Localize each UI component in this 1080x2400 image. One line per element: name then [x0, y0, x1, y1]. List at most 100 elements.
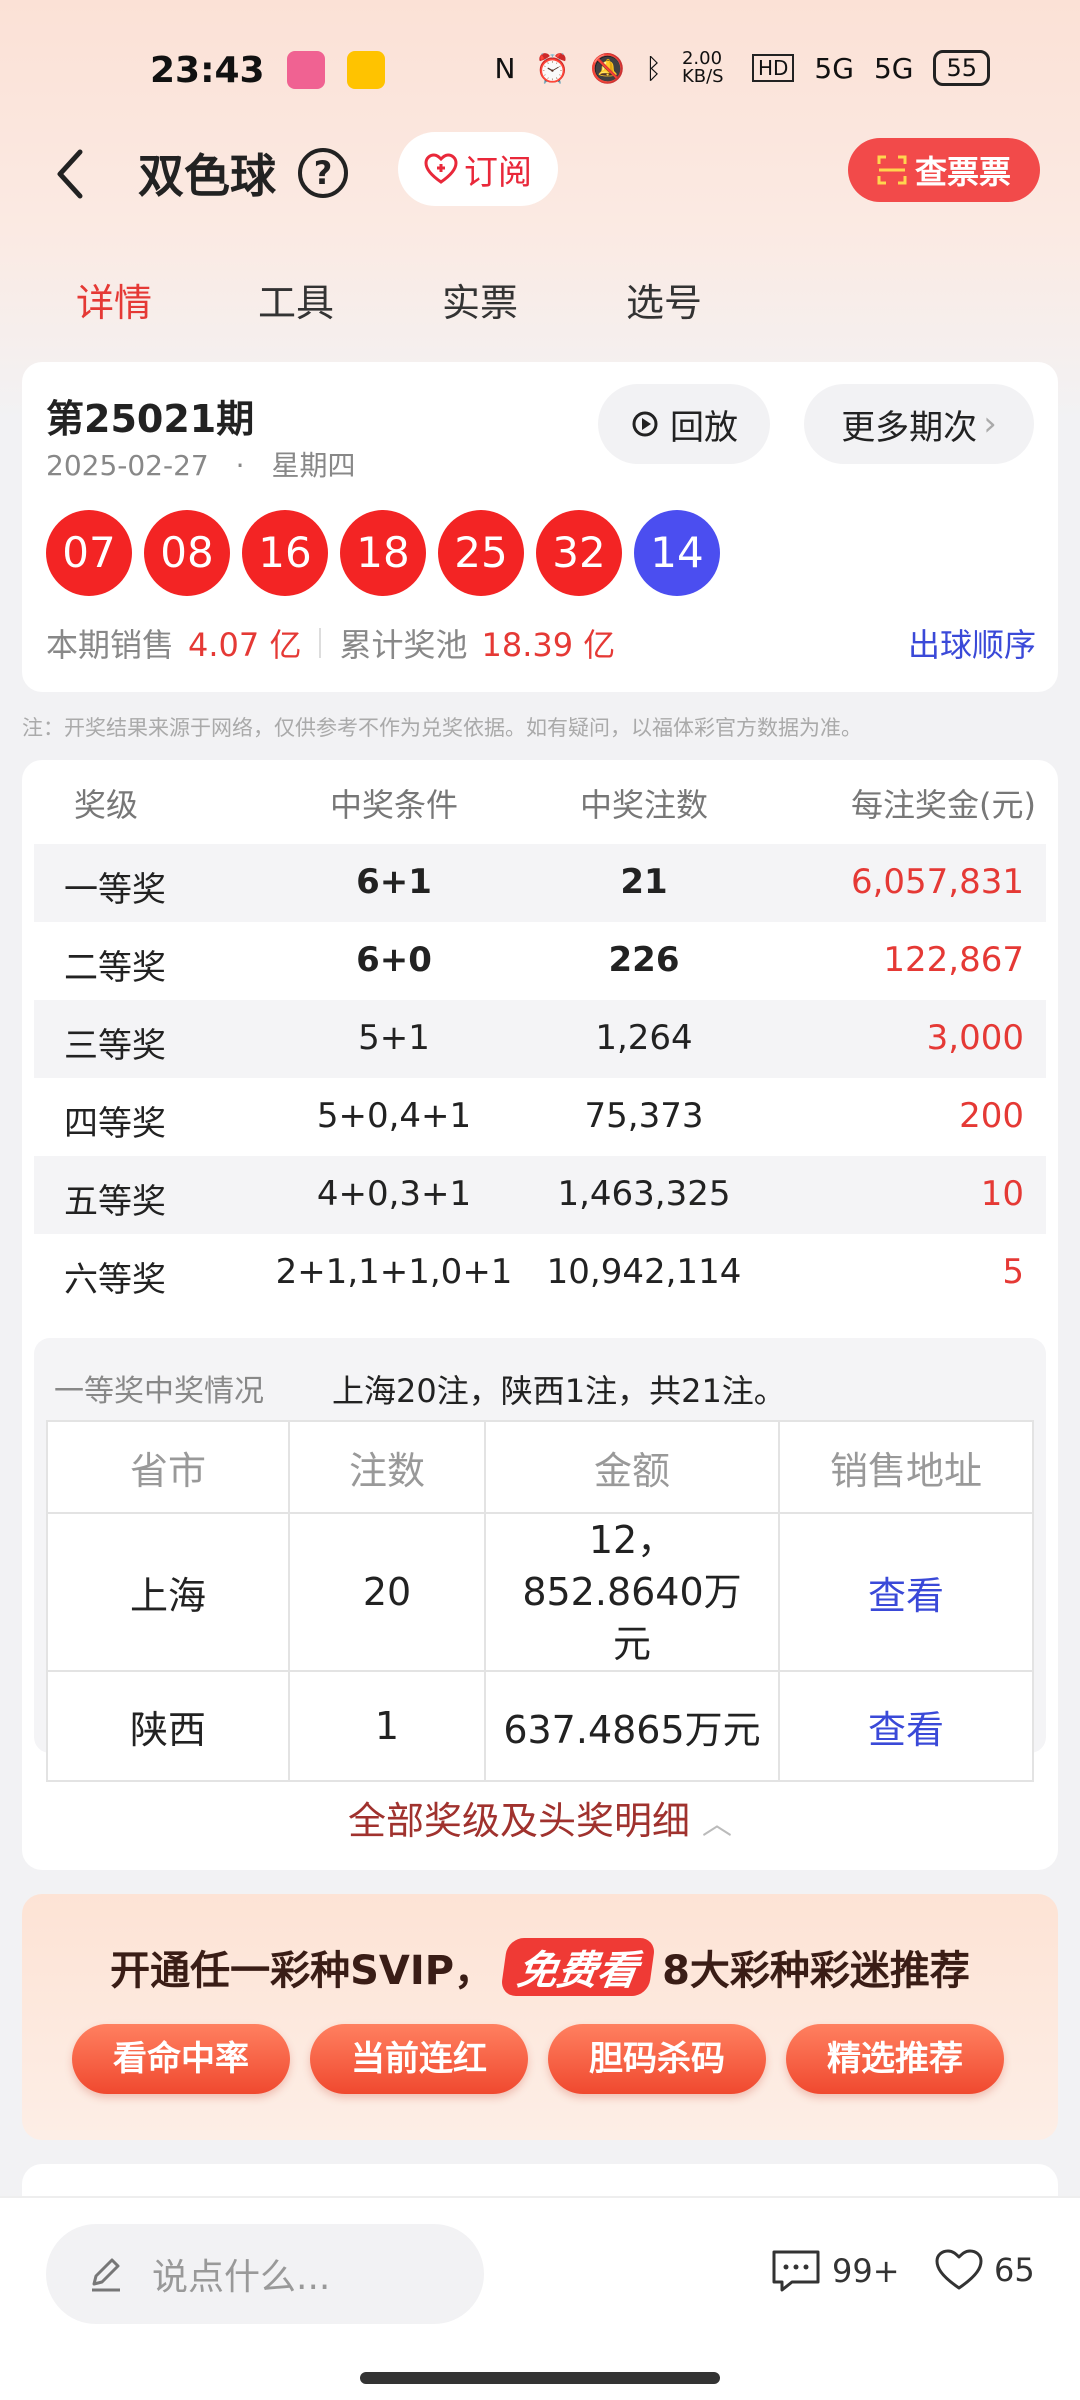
date-separator: ·: [235, 449, 245, 482]
prize-count: 1,264: [595, 1018, 693, 1058]
like-count: 65: [994, 2251, 1035, 2289]
expand-all-prizes-button[interactable]: 全部奖级及头奖明细 ︿: [22, 1790, 1058, 1845]
current-streak-pill[interactable]: 当前连红: [310, 2024, 528, 2094]
replay-button[interactable]: 回放: [598, 384, 770, 464]
number-pick-pill[interactable]: 胆码杀码: [548, 2024, 766, 2094]
disclaimer-note: 注：开奖结果来源于网络，仅供参考不作为兑奖依据。如有疑问，以福体彩官方数据为准。: [22, 716, 862, 740]
prize-row: 四等奖 5+0,4+1 75,373 200: [34, 1078, 1046, 1156]
heart-plus-icon: [424, 153, 458, 184]
first-prize-label: 一等奖中奖情况: [54, 1374, 264, 1409]
table-row: 上海 20 12，852.8640万元 查看: [46, 1512, 1034, 1672]
like-button[interactable]: 65: [934, 2248, 1035, 2292]
count-cell: 20: [288, 1512, 486, 1672]
signal-5g-icon: 5G: [814, 51, 854, 85]
heart-icon: [935, 2249, 983, 2290]
back-arrow-icon[interactable]: [50, 144, 90, 204]
prize-condition: 4+0,3+1: [316, 1174, 472, 1214]
subscribe-button[interactable]: 订阅: [398, 132, 558, 206]
selected-recommend-pill[interactable]: 精选推荐: [786, 2024, 1004, 2094]
tab-real-tickets[interactable]: 实票: [442, 272, 518, 327]
draw-weekday: 星期四: [271, 449, 356, 482]
col-count: 注数: [288, 1420, 486, 1514]
chevron-right-icon: ›: [983, 404, 997, 444]
pencil-icon: [92, 2258, 120, 2292]
bluetooth-icon: ᛒ: [645, 51, 662, 85]
tab-tools[interactable]: 工具: [258, 272, 334, 327]
draw-date: 2025-02-27: [46, 449, 209, 482]
prize-count: 21: [620, 862, 668, 902]
prize-amount: 5: [1002, 1252, 1024, 1292]
tab-pick-numbers[interactable]: 选号: [626, 272, 702, 327]
view-address-link[interactable]: 查看: [778, 1670, 1034, 1782]
view-address-link[interactable]: 查看: [778, 1512, 1034, 1672]
red-ball: 16: [242, 510, 328, 596]
prize-amount: 10: [980, 1174, 1024, 1214]
svip-promo-banner[interactable]: 开通任一彩种SVIP， 免费看 8大彩种彩迷推荐 看命中率 当前连红 胆码杀码 精选…: [22, 1894, 1058, 2140]
pool-label: 累计奖池: [339, 626, 468, 664]
prize-amount: 122,867: [883, 940, 1024, 980]
home-indicator[interactable]: [360, 2372, 720, 2384]
replay-icon: [632, 411, 658, 437]
hit-rate-pill[interactable]: 看命中率: [72, 2024, 290, 2094]
table-header-row: 省市 注数 金额 销售地址: [46, 1420, 1034, 1514]
prize-row: 六等奖 2+1,1+1,0+1 10,942,114 5: [34, 1234, 1046, 1312]
signal-5g-icon-2: 5G: [873, 51, 914, 85]
prize-amount: 3,000: [926, 1018, 1024, 1058]
nfc-icon: N: [494, 51, 516, 85]
prize-level: 三等奖: [64, 1026, 166, 1066]
sales-label: 本期销售: [46, 626, 175, 664]
prize-card: 奖级 中奖条件 中奖注数 每注奖金(元) 一等奖 6+1 21 6,057,83…: [22, 760, 1058, 1870]
help-icon[interactable]: ?: [298, 148, 348, 198]
draw-order-link[interactable]: 出球顺序: [908, 620, 1036, 666]
region-cell: 陕西: [46, 1670, 290, 1782]
prize-count: 75,373: [584, 1096, 704, 1136]
prize-row: 二等奖 6+0 226 122,867: [34, 922, 1046, 1000]
prize-level: 六等奖: [64, 1260, 166, 1300]
prize-condition: 5+1: [358, 1018, 430, 1058]
prize-level: 二等奖: [64, 948, 166, 988]
expand-label: 全部奖级及头奖明细: [347, 1799, 690, 1843]
prize-row: 五等奖 4+0,3+1 1,463,325 10: [34, 1156, 1046, 1234]
red-ball: 08: [144, 510, 230, 596]
prize-count: 226: [608, 940, 680, 980]
alarm-icon: ⏰: [535, 51, 571, 85]
winning-numbers: 07 08 16 18 25 32 14: [46, 510, 720, 596]
header-count: 中奖注数: [579, 786, 708, 824]
replay-label: 回放: [670, 407, 738, 448]
promo-text-before: 开通任一彩种SVIP，: [110, 1948, 495, 1994]
col-amount: 金额: [484, 1420, 780, 1514]
header-condition: 中奖条件: [329, 786, 458, 824]
prize-count: 1,463,325: [557, 1174, 731, 1214]
prize-condition: 5+0,4+1: [316, 1096, 472, 1136]
comment-input[interactable]: 说点什么...: [46, 2224, 484, 2324]
check-ticket-button[interactable]: 查票票: [848, 138, 1040, 202]
free-badge: 免费看: [499, 1938, 657, 1996]
divider: [319, 628, 322, 658]
tab-bar: 详情 工具 实票 选号: [0, 262, 1080, 342]
sales-value: 4.07 亿: [188, 626, 302, 664]
amount-cell: 12，852.8640万元: [484, 1512, 780, 1672]
promo-headline: 开通任一彩种SVIP， 免费看 8大彩种彩迷推荐: [22, 1938, 1058, 1996]
comment-placeholder: 说点什么...: [152, 2257, 331, 2298]
first-prize-details: 一等奖中奖情况 上海20注，陕西1注，共21注。 省市 注数 金额 销售地址 上…: [34, 1338, 1046, 1782]
more-issues-button[interactable]: 更多期次 ›: [804, 384, 1034, 464]
app-notification-icon: [286, 51, 325, 89]
prize-condition: 6+1: [356, 862, 432, 902]
hd-icon: HD: [751, 54, 795, 82]
prize-amount: 6,057,831: [850, 862, 1024, 902]
status-bar: 23:43 N ⏰ 🔕 ᛒ 2.00 KB/S HD 5G 5G 55: [0, 0, 1080, 140]
red-ball: 32: [536, 510, 622, 596]
more-issues-label: 更多期次: [841, 407, 978, 448]
comments-button[interactable]: 99+: [770, 2248, 900, 2294]
chevron-up-icon: ︿: [702, 1807, 733, 1842]
scan-icon: [877, 155, 907, 185]
tab-details[interactable]: 详情: [76, 272, 152, 327]
table-row: 陕西 1 637.4865万元 查看: [46, 1670, 1034, 1782]
blue-ball: 14: [634, 510, 720, 596]
red-ball: 25: [438, 510, 524, 596]
bottom-bar: 说点什么... 99+ 65: [0, 2196, 1080, 2400]
pool-value: 18.39 亿: [481, 626, 616, 664]
nav-bar: 双色球 ? 订阅 查票票: [0, 120, 1080, 230]
comment-icon: [772, 2250, 820, 2292]
col-region: 省市: [46, 1420, 290, 1514]
